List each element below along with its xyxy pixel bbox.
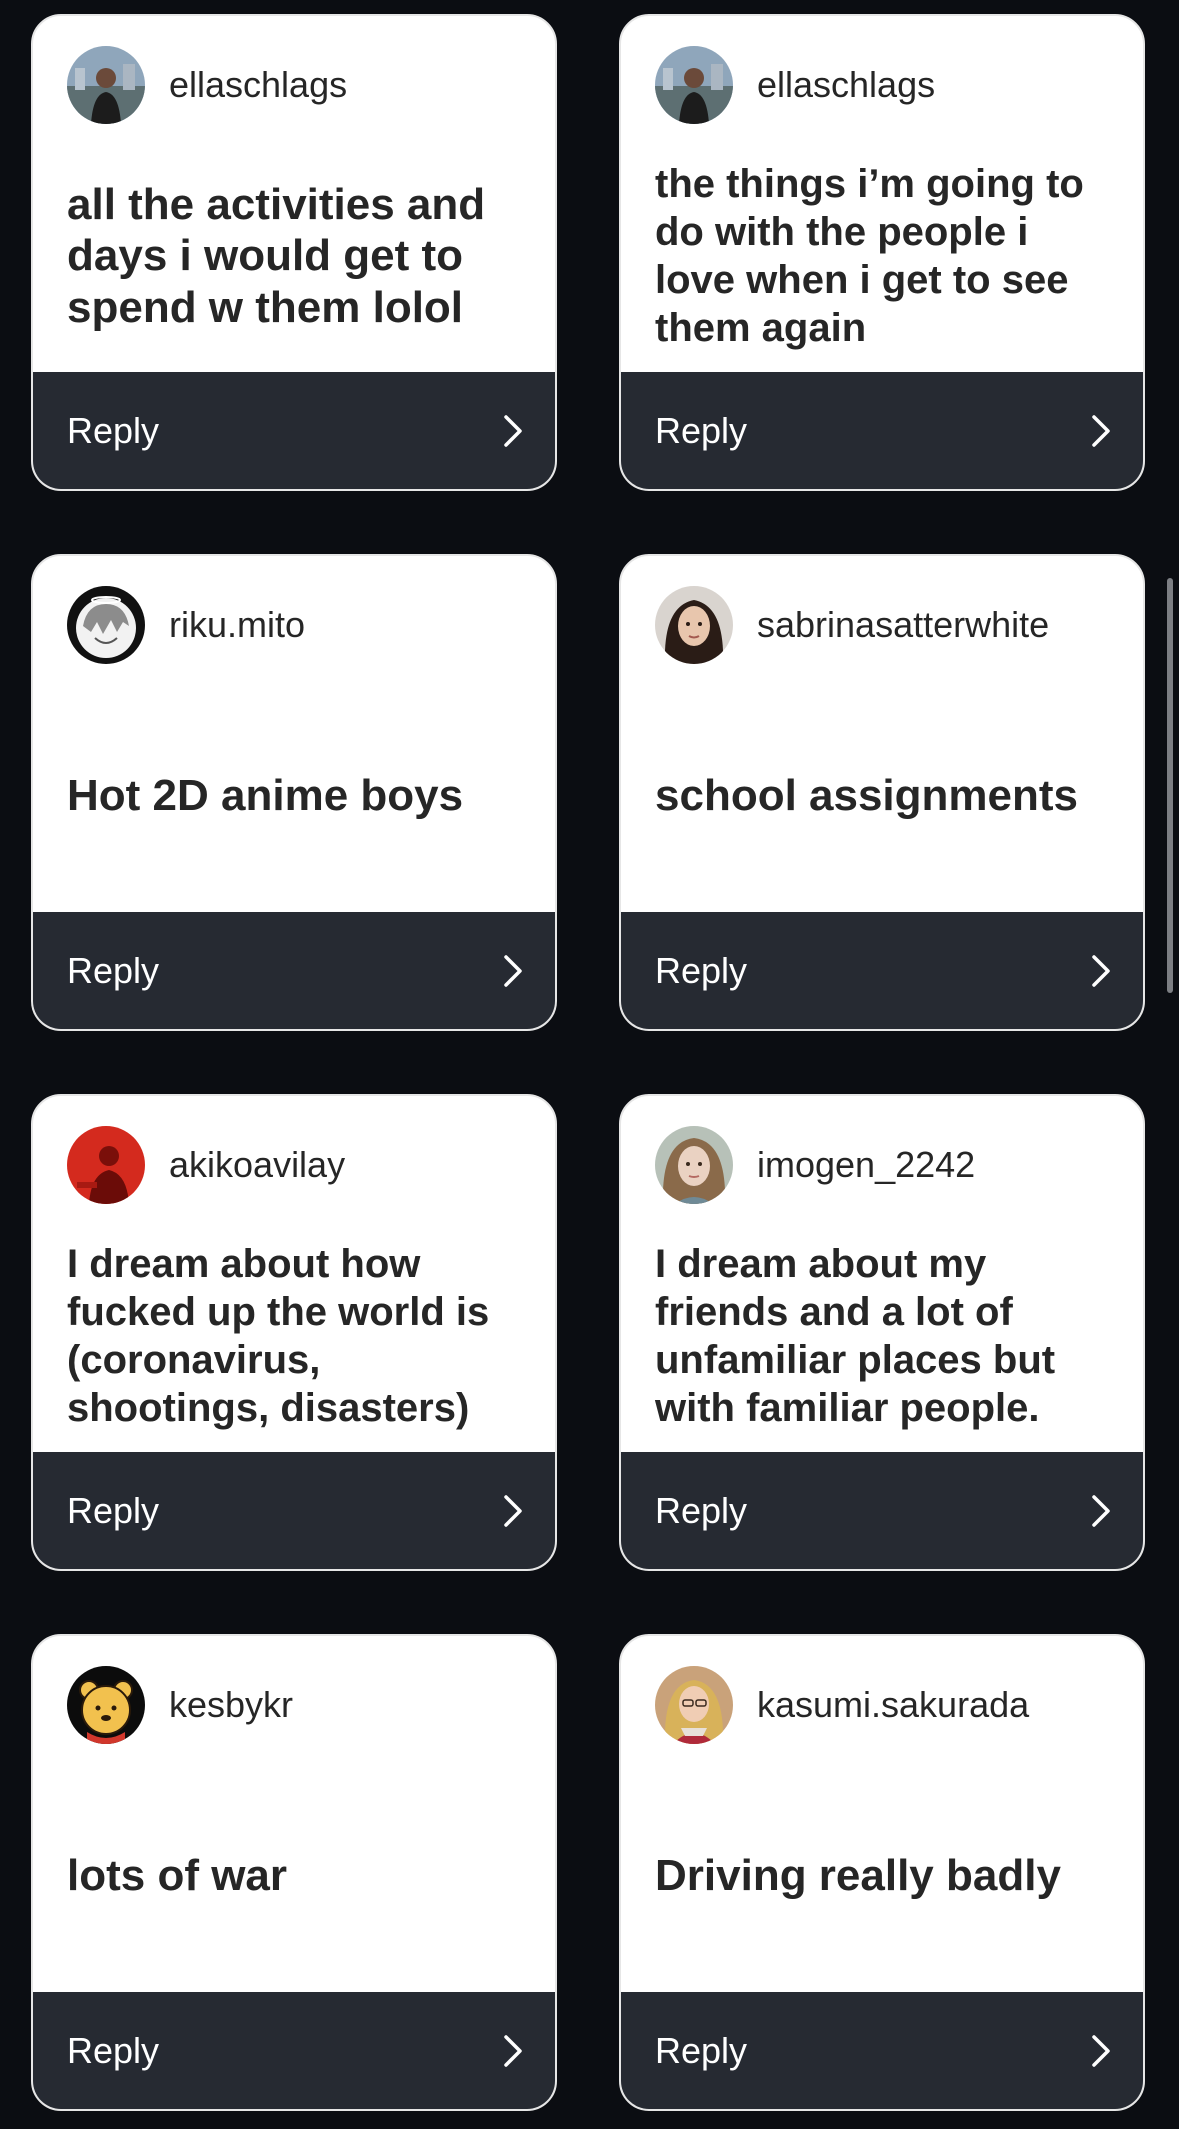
prompt-answer-text: all the activities and days i would get … [67,179,486,332]
card-content: imogen_2242 I dream about my friends and… [621,1096,1143,1456]
prompt-card: kesbykr lots of war Reply [31,1634,557,2111]
card-body: the things i’m going to do with the peop… [655,136,1113,376]
card-header: imogen_2242 [655,1126,975,1204]
reply-label: Reply [67,409,160,451]
reply-label: Reply [655,2029,748,2071]
card-header: ellaschlags [67,46,347,124]
avatar-image [655,1666,733,1744]
reply-label: Reply [67,1489,160,1531]
chevron-right-icon [1092,1494,1110,1527]
chevron-right-icon [1092,2034,1110,2067]
prompt-answer-text: the things i’m going to do with the peop… [655,162,1084,350]
avatar-image [67,46,145,124]
card-content: kasumi.sakurada Driving really badly [621,1636,1143,1996]
reply-button[interactable]: Reply [621,912,1143,1029]
card-content: kesbykr lots of war [33,1636,555,1996]
chevron-right-icon [504,2034,522,2067]
prompt-answer-text: Hot 2D anime boys [67,771,464,821]
username[interactable]: kesbykr [169,1684,293,1726]
prompt-card: imogen_2242 I dream about my friends and… [619,1094,1145,1571]
card-header: kesbykr [67,1666,293,1744]
username[interactable]: ellaschlags [169,64,347,106]
avatar[interactable] [67,1126,145,1204]
avatar-image [67,586,145,664]
chevron-right-icon [504,1494,522,1527]
avatar[interactable] [655,46,733,124]
card-header: riku.mito [67,586,305,664]
reply-button[interactable]: Reply [621,1992,1143,2109]
reply-button[interactable]: Reply [33,1992,555,2109]
username[interactable]: sabrinasatterwhite [757,604,1049,646]
avatar-image [655,1126,733,1204]
avatar-image [67,1126,145,1204]
reply-label: Reply [655,1489,748,1531]
card-content: ellaschlags the things i’m going to do w… [621,16,1143,376]
reply-label: Reply [655,409,748,451]
reply-button[interactable]: Reply [621,1452,1143,1569]
username[interactable]: riku.mito [169,604,305,646]
username[interactable]: kasumi.sakurada [757,1684,1029,1726]
reply-button[interactable]: Reply [33,1452,555,1569]
prompt-answer-text: I dream about how fucked up the world is… [67,1242,490,1430]
card-body: all the activities and days i would get … [67,136,525,376]
card-body: school assignments [655,676,1113,916]
card-body: lots of war [67,1756,525,1996]
card-header: kasumi.sakurada [655,1666,1029,1744]
chevron-right-icon [504,954,522,987]
card-header: sabrinasatterwhite [655,586,1049,664]
card-body: Driving really badly [655,1756,1113,1996]
reply-label: Reply [67,2029,160,2071]
card-content: riku.mito Hot 2D anime boys [33,556,555,916]
prompt-card: sabrinasatterwhite school assignments Re… [619,554,1145,1031]
avatar[interactable] [655,586,733,664]
prompt-card: akikoavilay I dream about how fucked up … [31,1094,557,1571]
scrollbar[interactable] [1167,578,1173,993]
prompt-card: riku.mito Hot 2D anime boys Reply [31,554,557,1031]
avatar[interactable] [67,1666,145,1744]
chevron-right-icon [1092,954,1110,987]
avatar-image [67,1666,145,1744]
username[interactable]: ellaschlags [757,64,935,106]
prompt-answer-text: lots of war [67,1851,288,1901]
avatar[interactable] [67,46,145,124]
card-header: akikoavilay [67,1126,345,1204]
chevron-right-icon [1092,414,1110,447]
chevron-right-icon [504,414,522,447]
card-body: Hot 2D anime boys [67,676,525,916]
username[interactable]: akikoavilay [169,1144,345,1186]
reply-button[interactable]: Reply [33,372,555,489]
prompt-answer-text: school assignments [655,771,1079,821]
avatar[interactable] [655,1126,733,1204]
prompt-card: ellaschlags all the activities and days … [31,14,557,491]
avatar-image [655,46,733,124]
prompt-answer-text: Driving really badly [655,1851,1061,1901]
avatar[interactable] [655,1666,733,1744]
card-content: akikoavilay I dream about how fucked up … [33,1096,555,1456]
avatar[interactable] [67,586,145,664]
prompt-card: ellaschlags the things i’m going to do w… [619,14,1145,491]
reply-label: Reply [655,949,748,991]
reply-button[interactable]: Reply [33,912,555,1029]
card-body: I dream about how fucked up the world is… [67,1216,525,1456]
prompt-answer-text: I dream about my friends and a lot of un… [655,1242,1056,1430]
avatar-image [655,586,733,664]
card-content: sabrinasatterwhite school assignments [621,556,1143,916]
reply-label: Reply [67,949,160,991]
username[interactable]: imogen_2242 [757,1144,975,1186]
card-content: ellaschlags all the activities and days … [33,16,555,376]
card-body: I dream about my friends and a lot of un… [655,1216,1113,1456]
card-header: ellaschlags [655,46,935,124]
prompt-card: kasumi.sakurada Driving really badly Rep… [619,1634,1145,2111]
reply-button[interactable]: Reply [621,372,1143,489]
